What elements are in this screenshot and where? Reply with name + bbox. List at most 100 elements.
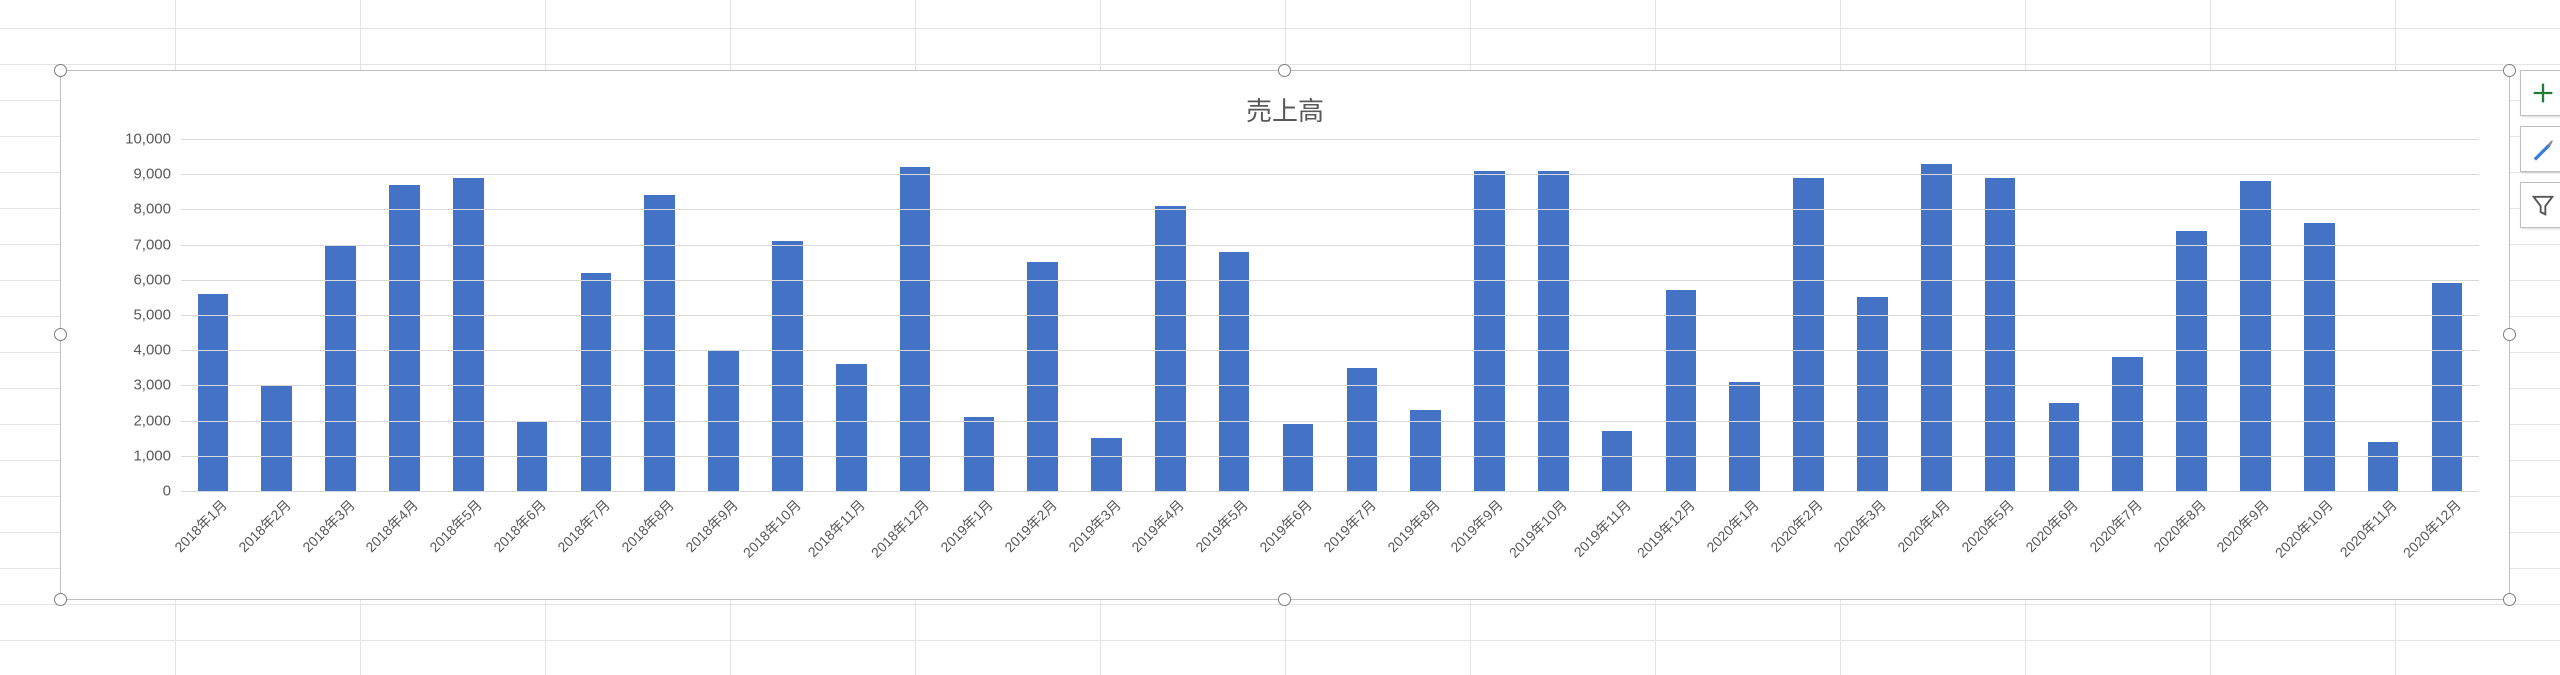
chart-object[interactable]: 売上高 2018年1月2018年2月2018年3月2018年4月2018年5月2…: [60, 70, 2510, 600]
x-axis-tick-label: 2020年12月: [2394, 491, 2465, 562]
bar[interactable]: [1602, 431, 1633, 491]
x-axis-tick-label: 2019年3月: [1059, 491, 1125, 557]
x-axis-tick-label: 2018年7月: [549, 491, 615, 557]
chart-filters-button[interactable]: [2520, 182, 2560, 228]
x-axis-tick-label: 2018年4月: [357, 491, 423, 557]
x-axis-tick-label: 2019年6月: [1251, 491, 1317, 557]
brush-icon: [2529, 135, 2557, 163]
resize-handle-bottom-middle[interactable]: [1278, 593, 1291, 606]
bar[interactable]: [325, 245, 356, 491]
x-axis-tick-label: 2020年4月: [1889, 491, 1955, 557]
resize-handle-middle-left[interactable]: [54, 328, 67, 341]
x-axis-tick-label: 2019年9月: [1442, 491, 1508, 557]
x-axis-tick-label: 2020年7月: [2080, 491, 2146, 557]
y-axis-tick-label: 4,000: [133, 342, 171, 359]
bar[interactable]: [644, 195, 675, 491]
gridline: [181, 245, 2479, 246]
x-axis-tick-label: 2020年3月: [1825, 491, 1891, 557]
x-axis-tick-label: 2019年4月: [1123, 491, 1189, 557]
gridline: [181, 174, 2479, 175]
resize-handle-top-middle[interactable]: [1278, 64, 1291, 77]
gridline: [181, 315, 2479, 316]
x-axis-tick-label: 2020年10月: [2266, 491, 2337, 562]
x-axis-tick-label: 2018年6月: [485, 491, 551, 557]
bar[interactable]: [2368, 442, 2399, 491]
x-axis-tick-label: 2020年11月: [2331, 491, 2401, 561]
x-axis-tick-label: 2018年1月: [166, 491, 232, 557]
bar[interactable]: [772, 241, 803, 491]
gridline: [181, 209, 2479, 210]
chart-title[interactable]: 売上高: [61, 91, 2509, 128]
resize-handle-bottom-right[interactable]: [2503, 593, 2516, 606]
gridline: [181, 280, 2479, 281]
x-axis-tick-label: 2019年5月: [1187, 491, 1253, 557]
bar[interactable]: [1474, 171, 1505, 491]
bar[interactable]: [1091, 438, 1122, 491]
bar[interactable]: [2304, 223, 2335, 491]
x-axis-tick-label: 2019年8月: [1378, 491, 1444, 557]
bar[interactable]: [2240, 181, 2271, 491]
bar[interactable]: [581, 273, 612, 491]
bar[interactable]: [900, 167, 931, 491]
bar[interactable]: [453, 178, 484, 491]
gridline: [181, 350, 2479, 351]
y-axis-tick-label: 9,000: [133, 166, 171, 183]
x-axis-tick-label: 2019年1月: [932, 491, 998, 557]
gridline: [181, 491, 2479, 492]
gridline: [181, 139, 2479, 140]
bar[interactable]: [2049, 403, 2080, 491]
bar[interactable]: [389, 185, 420, 491]
bar[interactable]: [1538, 171, 1569, 491]
chart-side-buttons: [2520, 70, 2560, 228]
x-axis-tick-label: 2019年12月: [1628, 491, 1699, 562]
plot-area[interactable]: 2018年1月2018年2月2018年3月2018年4月2018年5月2018年…: [181, 139, 2479, 491]
chart-elements-button[interactable]: [2520, 70, 2560, 116]
y-axis-tick-label: 0: [163, 483, 171, 500]
funnel-icon: [2529, 191, 2557, 219]
resize-handle-top-right[interactable]: [2503, 64, 2516, 77]
x-axis-tick-label: 2018年2月: [229, 491, 295, 557]
x-axis-tick-label: 2018年12月: [862, 491, 933, 562]
y-axis-tick-label: 7,000: [133, 236, 171, 253]
gridline: [181, 385, 2479, 386]
x-axis-tick-label: 2020年1月: [1697, 491, 1763, 557]
resize-handle-bottom-left[interactable]: [54, 593, 67, 606]
bar[interactable]: [1729, 382, 1760, 491]
bar[interactable]: [1793, 178, 1824, 491]
y-axis-tick-label: 8,000: [133, 201, 171, 218]
x-axis-tick-label: 2019年11月: [1565, 491, 1635, 561]
x-axis-tick-label: 2019年2月: [995, 491, 1061, 557]
gridline: [181, 456, 2479, 457]
y-axis-tick-label: 3,000: [133, 377, 171, 394]
y-axis-tick-label: 10,000: [125, 131, 171, 148]
plus-icon: [2529, 79, 2557, 107]
bar[interactable]: [2112, 357, 2143, 491]
bar[interactable]: [836, 364, 867, 491]
bar[interactable]: [1155, 206, 1186, 491]
bar[interactable]: [261, 385, 292, 491]
x-axis-tick-label: 2018年8月: [612, 491, 678, 557]
y-axis-tick-label: 2,000: [133, 412, 171, 429]
resize-handle-top-left[interactable]: [54, 64, 67, 77]
x-axis-tick-label: 2018年10月: [735, 491, 806, 562]
bar[interactable]: [964, 417, 995, 491]
x-axis-tick-label: 2019年10月: [1500, 491, 1571, 562]
x-axis-tick-label: 2018年5月: [421, 491, 487, 557]
chart-styles-button[interactable]: [2520, 126, 2560, 172]
bar[interactable]: [198, 294, 229, 491]
x-axis-tick-label: 2020年5月: [1953, 491, 2019, 557]
bar[interactable]: [1985, 178, 2016, 491]
gridline: [181, 421, 2479, 422]
bar[interactable]: [2176, 231, 2207, 491]
bar[interactable]: [1921, 164, 1952, 491]
x-axis-tick-label: 2019年7月: [1314, 491, 1380, 557]
bar[interactable]: [1857, 297, 1888, 491]
bar[interactable]: [1410, 410, 1441, 491]
x-axis-tick-label: 2020年2月: [1761, 491, 1827, 557]
y-axis-tick-label: 5,000: [133, 307, 171, 324]
x-axis-tick-label: 2020年8月: [2144, 491, 2210, 557]
resize-handle-middle-right[interactable]: [2503, 328, 2516, 341]
bar[interactable]: [1666, 290, 1697, 491]
x-axis-tick-label: 2018年9月: [676, 491, 742, 557]
bar[interactable]: [1283, 424, 1314, 491]
